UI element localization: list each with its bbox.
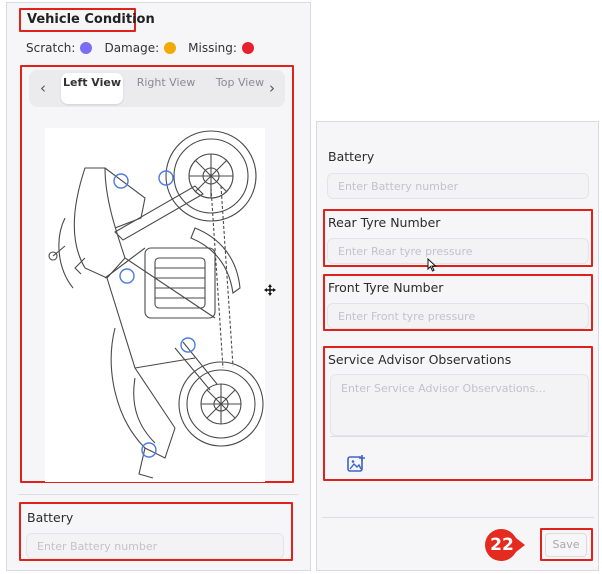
legend-missing: Missing:: [188, 41, 254, 55]
left-battery-input[interactable]: Enter Battery number: [26, 533, 284, 559]
legend-damage: Damage:: [104, 41, 177, 55]
add-image-icon[interactable]: [347, 454, 366, 472]
left-divider: [18, 494, 298, 495]
chevron-left-icon[interactable]: ‹: [40, 79, 46, 97]
missing-dot: [241, 42, 254, 54]
front-tyre-label: Front Tyre Number: [328, 280, 444, 295]
observations-divider: [330, 436, 589, 437]
battery-label: Battery: [328, 149, 375, 164]
marker-3: [119, 268, 135, 284]
vehicle-condition-title: Vehicle Condition: [27, 12, 155, 27]
left-battery-label: Battery: [27, 510, 74, 525]
step-badge-number: 22: [490, 535, 514, 555]
tab-left-view[interactable]: Left View: [61, 73, 123, 104]
arrow-cursor-icon: [427, 258, 437, 272]
observations-textarea[interactable]: Enter Service Advisor Observations...: [330, 374, 589, 436]
damage-dot: [164, 42, 177, 54]
rear-tyre-label: Rear Tyre Number: [328, 215, 441, 230]
footer-divider: [322, 517, 594, 518]
front-tyre-input[interactable]: Enter Front tyre pressure: [327, 303, 589, 329]
marker-1: [113, 173, 129, 189]
tab-right-view[interactable]: Right View: [135, 73, 197, 104]
marker-4: [180, 337, 196, 353]
tab-top-view[interactable]: Top View: [209, 73, 271, 104]
scratch-dot: [80, 42, 93, 54]
battery-input[interactable]: Enter Battery number: [327, 173, 589, 199]
motorcycle-left-view-image[interactable]: [45, 128, 265, 482]
condition-legend: Scratch: Damage: Missing:: [26, 41, 266, 55]
legend-scratch: Scratch:: [26, 41, 93, 55]
motorcycle-line-drawing: [48, 130, 264, 479]
chevron-right-icon[interactable]: ›: [269, 79, 275, 97]
rear-tyre-input[interactable]: Enter Rear tyre pressure: [327, 238, 589, 264]
save-button[interactable]: Save: [545, 533, 587, 557]
observations-label: Service Advisor Observations: [328, 352, 512, 367]
move-cursor-icon: [264, 284, 276, 296]
step-badge-label-wrap: 22: [484, 528, 526, 562]
view-tabs: ‹ Left View Right View Top View ›: [29, 70, 285, 107]
